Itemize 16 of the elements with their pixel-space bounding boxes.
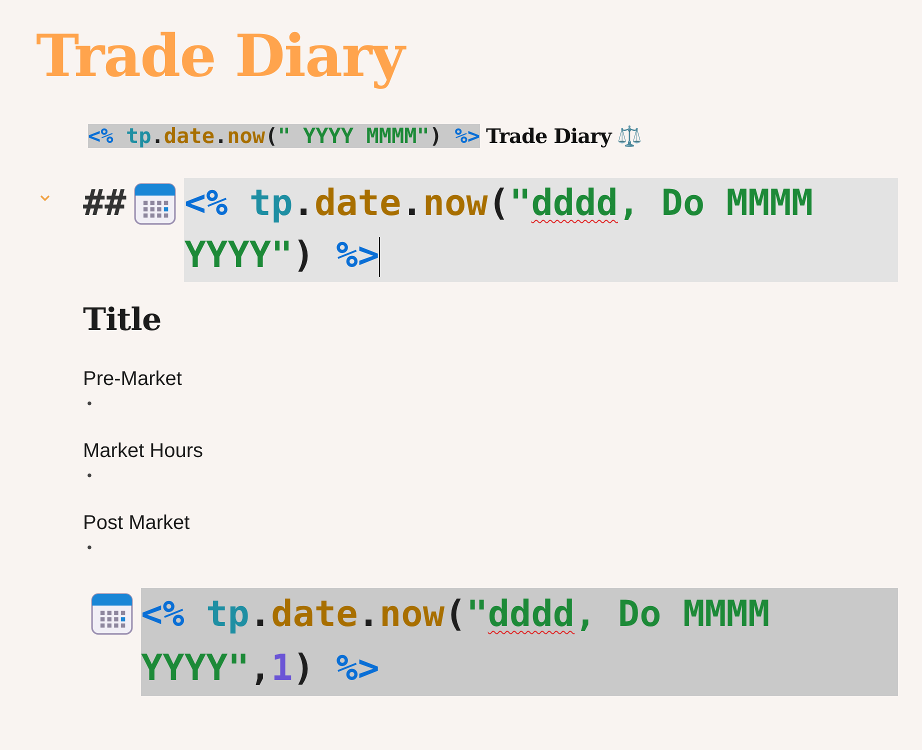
heading-marker: ## [83, 182, 126, 226]
page-title: Trade Diary [36, 18, 898, 94]
template-code: <% tp.date.now(" YYYY MMMM") %> [88, 124, 480, 148]
list-bullet: • [86, 394, 92, 413]
section-heading: Market Hours [83, 439, 204, 464]
calendar-icon [91, 593, 133, 635]
diary-label: Trade Diary [486, 124, 612, 148]
template-code: <% tp.date.now("dddd, Do MMMM YYYY") %> [184, 178, 898, 282]
list-bullet: • [86, 538, 92, 557]
section-heading: Post Market [83, 511, 190, 536]
section-title: Title [83, 302, 162, 338]
template-code: <% tp.date.now("dddd, Do MMMM YYYY",1) %> [141, 588, 898, 696]
list-bullet: • [86, 466, 92, 485]
section-heading: Pre-Market [83, 367, 182, 392]
calendar-icon [134, 183, 176, 225]
balance-scale-emoji: ⚖ [617, 124, 642, 148]
